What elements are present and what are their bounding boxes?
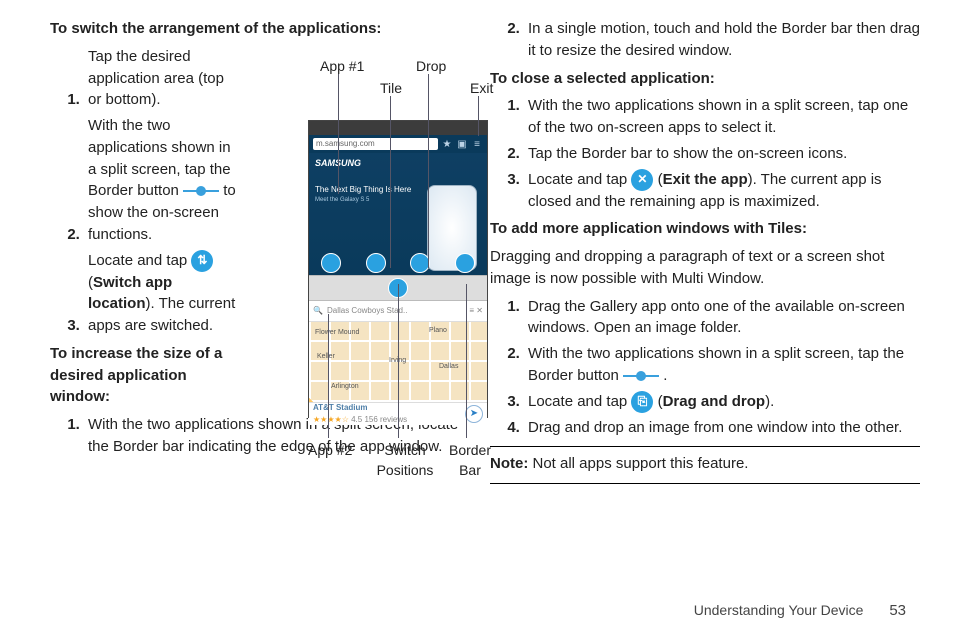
browser-header: m.samsung.com ★ ▣ ≡: [309, 135, 487, 153]
phone-statusbar: [309, 121, 487, 135]
text-frag: Locate and tap: [528, 393, 631, 410]
steps-add-tiles: Drag the Gallery app onto one of the ava…: [490, 296, 920, 439]
city-label: Dallas: [439, 362, 458, 372]
search-text: Dallas Cowboys Stad..: [327, 305, 407, 317]
text-frag: ).: [765, 393, 774, 410]
pointer-line: [338, 74, 339, 194]
step-4: Drag and drop an image from one window i…: [524, 417, 920, 439]
city-label: Keller: [317, 352, 335, 362]
bold-text: Exit the app: [663, 171, 748, 188]
route-icon: ➤: [465, 405, 483, 423]
bold-text: Drag and drop: [663, 393, 766, 410]
search-icon: 🔍: [313, 305, 323, 317]
label-tile: Tile: [380, 78, 402, 98]
step-text: In a single motion, touch and hold the B…: [528, 20, 920, 59]
close-icon: ✕: [474, 305, 483, 317]
exit-app-icon: ✕: [631, 169, 653, 191]
menu-icon: ≡: [471, 138, 483, 150]
page-footer: Understanding Your Device 53: [0, 600, 954, 622]
heading-add-tiles: To add more application windows with Til…: [490, 218, 920, 240]
step-text: With the two applications shown in a spl…: [88, 115, 238, 246]
tabs-icon: ▣: [456, 138, 468, 150]
pointer-line: [398, 284, 399, 438]
star-rating-icon: ★★★★☆: [313, 415, 349, 424]
switch-pos-icon: [366, 253, 386, 273]
text-frag: .: [663, 367, 667, 384]
step-1: With the two applications shown in a spl…: [524, 95, 920, 139]
figure-multi-window: App #1 Tile Drop Exit m.samsung.com ★ ▣ …: [308, 56, 503, 418]
border-button-icon: [183, 184, 219, 198]
step-3: Locate and tap ✕ (Exit the app). The cur…: [524, 169, 920, 213]
label-switch: Switch Positions: [370, 440, 440, 481]
step-text: Locate and tap ⇅ (Switch app location). …: [88, 250, 238, 337]
step-text: Tap the desired application area (top or…: [88, 46, 238, 111]
text-frag: With the two applications shown in a spl…: [528, 345, 904, 384]
footer-section: Understanding Your Device: [694, 602, 864, 618]
note-body: Not all apps support this feature.: [528, 455, 748, 472]
label-app2: App #2: [308, 440, 352, 460]
label-app1: App #1: [320, 56, 364, 76]
step-text: Drag and drop an image from one window i…: [528, 419, 902, 436]
step-2: Tap the Border bar to show the on-screen…: [524, 143, 920, 165]
step-1: Drag the Gallery app onto one of the ava…: [524, 296, 920, 340]
border-icons-row: [309, 253, 487, 273]
label-exit: Exit: [470, 78, 493, 98]
note-rule-top: [490, 446, 920, 447]
fav-icon: ★: [441, 138, 453, 150]
step-text: Tap the Border bar to show the on-screen…: [528, 145, 847, 162]
steps-close-app: With the two applications shown in a spl…: [490, 95, 920, 212]
text-frag: Locate and tap: [528, 171, 631, 188]
city-label: Flower Mound: [315, 328, 359, 338]
step-text: Drag the Gallery app onto one of the ava…: [528, 298, 905, 337]
step-text: With the two applications shown in a spl…: [528, 97, 908, 136]
top-app-pane: SAMSUNG The Next Big Thing Is Here Meet …: [309, 153, 487, 275]
pointer-line: [390, 96, 391, 268]
pointer-line: [328, 314, 329, 438]
pointer-line: [478, 96, 479, 136]
heading-close-app: To close a selected application:: [490, 68, 920, 90]
text-frag: Locate and tap: [88, 252, 191, 269]
label-border: Border Bar: [445, 440, 495, 481]
note-rule-bottom: [490, 483, 920, 484]
city-label: Plano: [429, 326, 447, 336]
note-label: Note:: [490, 455, 528, 472]
heading-switch-arrangement: To switch the arrangement of the applica…: [50, 18, 460, 40]
exit-app-icon: [455, 253, 475, 273]
step-2: In a single motion, touch and hold the B…: [524, 18, 920, 62]
step-3: Locate and tap ⎘ (Drag and drop).: [524, 391, 920, 413]
pointer-line: [428, 74, 429, 268]
label-drop: Drop: [416, 56, 446, 76]
city-label: Arlington: [331, 382, 359, 392]
steps-increase-size-cont: In a single motion, touch and hold the B…: [490, 18, 920, 62]
drag-drop-icon: ⎘: [631, 391, 653, 413]
footer-page-number: 53: [889, 600, 906, 622]
note-text: Note: Not all apps support this feature.: [490, 453, 920, 475]
brand-text: SAMSUNG: [315, 157, 483, 170]
switch-location-icon: ⇅: [191, 250, 213, 272]
heading-increase-size: To increase the size of a desired applic…: [50, 343, 240, 408]
border-button-icon: [623, 369, 659, 383]
pointer-line: [466, 284, 467, 438]
intro-text: Dragging and dropping a paragraph of tex…: [490, 246, 920, 290]
tile-icon: [321, 253, 341, 273]
step-2: With the two applications shown in a spl…: [524, 343, 920, 387]
url-box: m.samsung.com: [313, 138, 438, 150]
